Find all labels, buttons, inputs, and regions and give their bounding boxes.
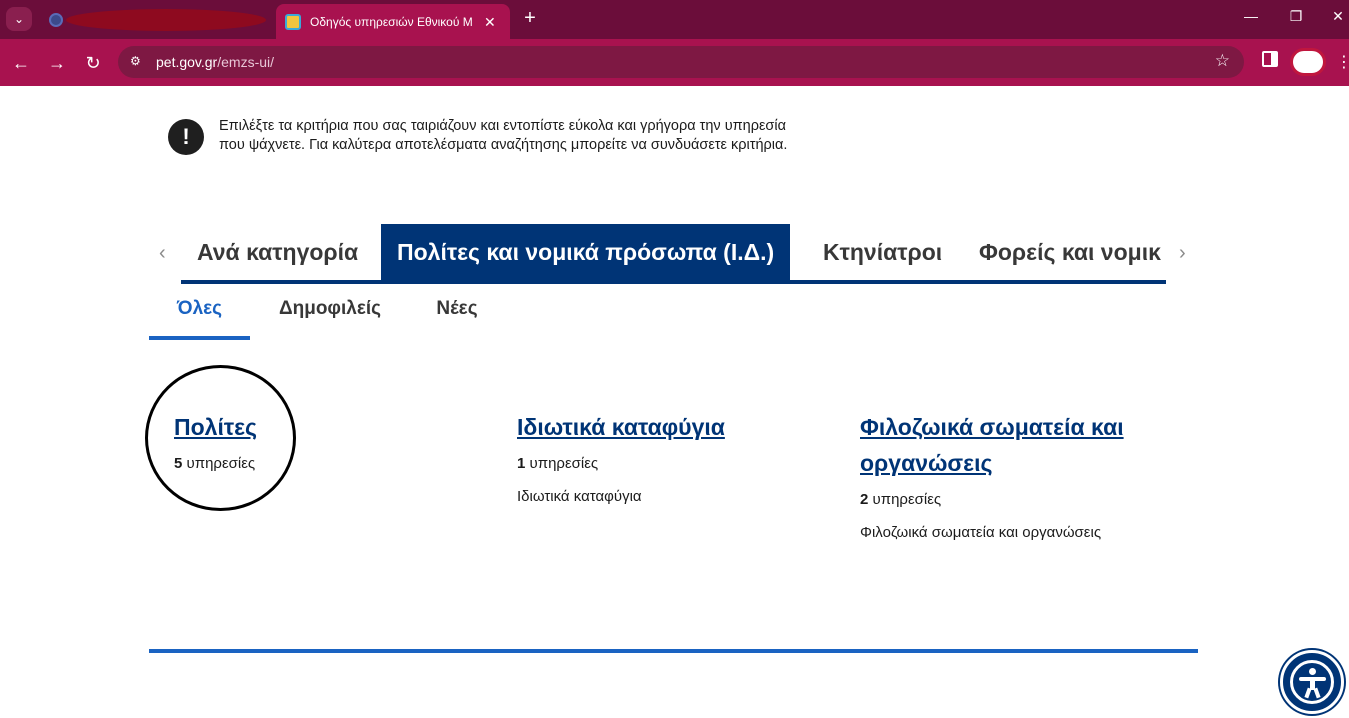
card-service-count: 2 υπηρεσίες (860, 491, 1180, 508)
profile-avatar[interactable] (1290, 48, 1326, 76)
count-label: υπηρεσίες (872, 491, 942, 508)
site-settings-icon[interactable]: ⚙ (130, 54, 146, 70)
reload-icon[interactable]: ↻ (80, 50, 106, 76)
new-tab-button[interactable]: + (518, 6, 542, 30)
card-service-count: 1 υπηρεσίες (517, 455, 837, 472)
category-tab-track: Ανά κατηγορία Πολίτες και νομικά πρόσωπα… (181, 224, 1166, 284)
site-favicon-icon (285, 14, 301, 30)
info-message: Επιλέξτε τα κριτήρια που σας ταιριάζουν … (219, 118, 788, 153)
tab-title: Οδηγός υπηρεσιών Εθνικού Μ (310, 15, 473, 29)
service-card-animal-welfare-orgs: Φιλοζωικά σωματεία και οργανώσεις 2 υπηρ… (860, 409, 1180, 541)
accessibility-button[interactable] (1280, 650, 1344, 714)
close-window-icon[interactable]: ✕ (1323, 8, 1349, 25)
tab-all[interactable]: Όλες (149, 294, 250, 340)
tab-search-button[interactable]: ⌄ (6, 7, 32, 31)
tab-citizens-legal-entities[interactable]: Πολίτες και νομικά πρόσωπα (Ι.Δ.) (381, 224, 791, 280)
back-arrow-icon[interactable]: ← (8, 50, 34, 76)
chevron-right-icon[interactable]: › (1179, 242, 1186, 265)
minimize-icon[interactable]: — (1236, 8, 1266, 24)
url-host: pet.gov.gr (156, 54, 218, 70)
browser-tab-inactive[interactable] (40, 5, 272, 35)
browser-toolbar: ← → ↻ ⚙ pet.gov.gr/emzs-ui/ ☆ ⋮ (0, 39, 1349, 86)
chevron-left-icon[interactable]: ‹ (159, 242, 166, 265)
count-number: 2 (860, 491, 869, 508)
browser-tab-active[interactable]: Οδηγός υπηρεσιών Εθνικού Μ ✕ (276, 4, 510, 40)
globe-icon (49, 13, 63, 27)
card-description: Ιδιωτικά καταφύγια (517, 488, 642, 505)
close-tab-icon[interactable]: ✕ (484, 14, 496, 31)
count-label: υπηρεσίες (529, 455, 599, 472)
card-title-link[interactable]: Ιδιωτικά καταφύγια (517, 409, 837, 445)
tab-by-category[interactable]: Ανά κατηγορία (181, 224, 374, 280)
category-tabs: ‹ Ανά κατηγορία Πολίτες και νομικά πρόσω… (149, 224, 1199, 284)
more-menu-icon[interactable]: ⋮ (1336, 52, 1349, 72)
tab-popular[interactable]: Δημοφιλείς (267, 294, 393, 340)
restore-icon[interactable]: ❐ (1281, 8, 1311, 25)
tab-new[interactable]: Νέες (419, 294, 495, 340)
forward-arrow-icon[interactable]: → (44, 50, 70, 76)
chevron-down-icon: ⌄ (13, 12, 25, 26)
card-title-link[interactable]: Φιλοζωικά σωματεία και οργανώσεις (860, 409, 1180, 481)
url-text: pet.gov.gr/emzs-ui/ (156, 54, 274, 70)
tab-organizations[interactable]: Φορείς και νομικ (963, 224, 1166, 280)
annotation-circle (145, 365, 296, 511)
bookmark-star-icon[interactable]: ☆ (1215, 51, 1230, 71)
side-panel-icon[interactable] (1262, 51, 1278, 67)
redacted-tab-title (66, 9, 266, 31)
count-number: 1 (517, 455, 526, 472)
section-divider (149, 649, 1198, 653)
service-card-private-shelters: Ιδιωτικά καταφύγια 1 υπηρεσίες Ιδιωτικά … (517, 409, 837, 505)
tab-veterinarians[interactable]: Κτηνίατροι (807, 224, 958, 280)
card-description: Φιλοζωικά σωματεία και οργανώσεις (860, 524, 1102, 541)
address-bar[interactable]: ⚙ pet.gov.gr/emzs-ui/ ☆ (118, 46, 1244, 78)
url-path: /emzs-ui/ (217, 54, 275, 70)
info-exclamation-icon: ! (168, 119, 204, 155)
browser-tab-strip: ⌄ Οδηγός υπηρεσιών Εθνικού Μ ✕ + — ❐ ✕ (0, 0, 1349, 40)
